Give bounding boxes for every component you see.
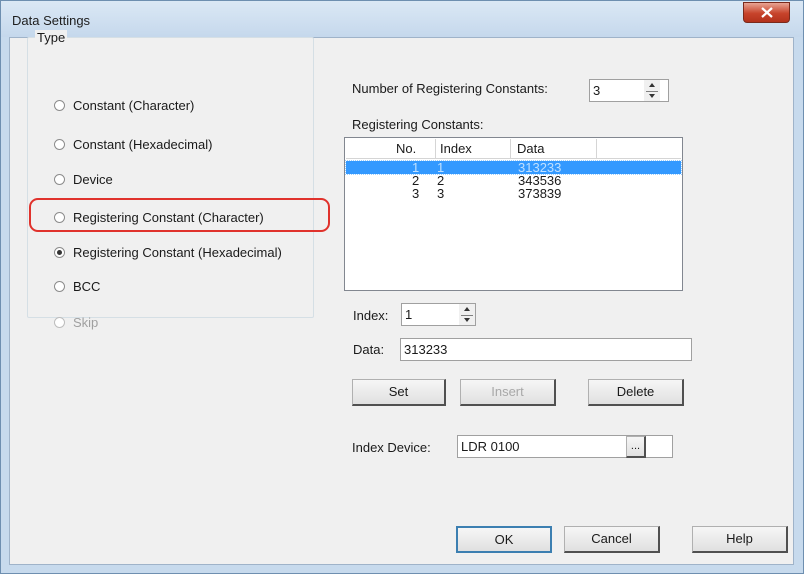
spin-down-icon[interactable] (644, 91, 660, 102)
radio-indicator (54, 316, 65, 328)
list-row[interactable]: 3 3 373839 (346, 187, 681, 200)
list-row[interactable]: 2 2 343536 (346, 174, 681, 187)
browse-device-button[interactable]: ... (626, 436, 646, 458)
radio-registering-constant-hexadecimal[interactable]: Registering Constant (Hexadecimal) (54, 243, 282, 261)
data-settings-dialog: Data Settings Type Constant (Character) … (0, 0, 804, 574)
title-bar[interactable]: Data Settings (1, 1, 803, 37)
help-button[interactable]: Help (692, 526, 788, 553)
radio-constant-character[interactable]: Constant (Character) (54, 96, 194, 114)
column-header-no[interactable]: No. (346, 139, 436, 158)
number-of-constants-label: Number of Registering Constants: (352, 81, 548, 96)
radio-indicator (54, 138, 65, 150)
data-label: Data: (353, 342, 385, 357)
radio-indicator (54, 280, 65, 292)
column-header-index[interactable]: Index (436, 139, 511, 158)
selection-highlight-box (29, 198, 330, 232)
radio-label: Constant (Character) (73, 97, 195, 113)
data-field[interactable]: 313233 (400, 338, 692, 361)
index-value: 1 (405, 307, 413, 322)
cancel-button[interactable]: Cancel (564, 526, 660, 553)
index-device-label: Index Device: (352, 440, 431, 455)
radio-skip[interactable]: Skip (54, 313, 98, 331)
radio-label: Skip (73, 314, 99, 330)
radio-label: Constant (Hexadecimal) (73, 136, 213, 152)
dialog-client-area: Type Constant (Character) Constant (Hexa… (9, 30, 794, 565)
spin-down-icon[interactable] (459, 315, 475, 326)
index-device-value: LDR 0100 (461, 439, 520, 454)
number-of-constants-spinner[interactable] (644, 80, 660, 101)
close-button[interactable] (743, 2, 790, 23)
radio-label: BCC (73, 278, 101, 294)
row-data: 373839 (518, 186, 562, 201)
radio-label: Registering Constant (Hexadecimal) (73, 244, 282, 260)
ok-button[interactable]: OK (456, 526, 552, 553)
insert-button[interactable]: Insert (460, 379, 556, 406)
radio-device[interactable]: Device (54, 170, 113, 188)
radio-indicator (54, 99, 65, 111)
spin-up-icon[interactable] (644, 80, 660, 91)
close-icon (761, 7, 773, 18)
index-label: Index: (353, 308, 389, 323)
registering-constants-list[interactable]: No. Index Data 1 1 313233 2 2 343536 3 3… (344, 137, 683, 291)
list-header: No. Index Data (346, 139, 681, 159)
radio-indicator (54, 246, 65, 258)
radio-indicator (54, 173, 65, 185)
registering-constants-label: Registering Constants: (352, 117, 484, 132)
number-of-constants-value: 3 (593, 83, 601, 98)
index-spinner[interactable] (459, 304, 475, 325)
window-title: Data Settings (12, 13, 91, 28)
set-button[interactable]: Set (352, 379, 446, 406)
radio-bcc[interactable]: BCC (54, 277, 100, 295)
type-group-legend: Type (35, 30, 68, 45)
delete-button[interactable]: Delete (588, 379, 684, 406)
list-row[interactable]: 1 1 313233 (345, 160, 682, 175)
spin-up-icon[interactable] (459, 304, 475, 315)
radio-constant-hexadecimal[interactable]: Constant (Hexadecimal) (54, 135, 212, 153)
row-index: 3 (437, 186, 445, 201)
radio-label: Device (73, 171, 113, 187)
column-header-data[interactable]: Data (511, 139, 597, 158)
row-no: 3 (412, 186, 420, 201)
data-value: 313233 (404, 342, 448, 357)
